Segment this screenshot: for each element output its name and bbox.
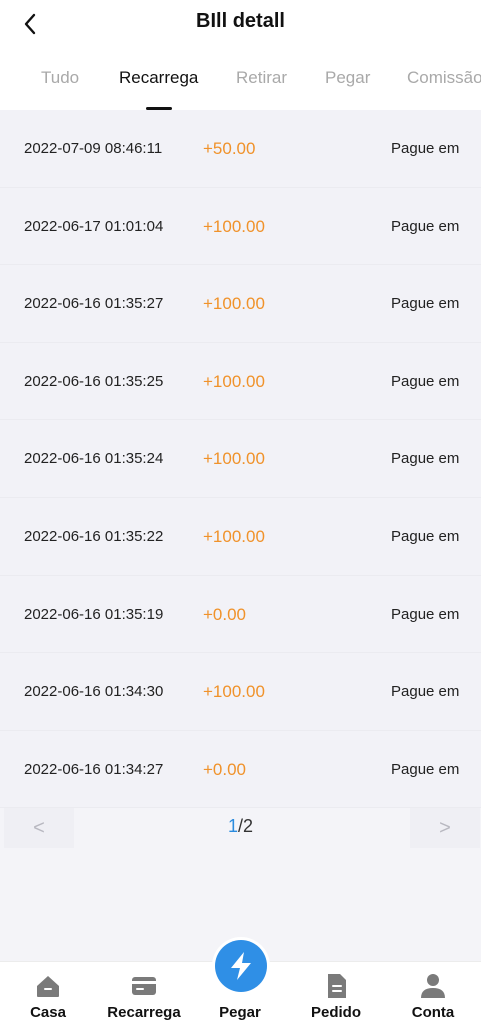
list-item[interactable]: 2022-06-16 01:35:24 +100.00 Pague em [0, 420, 481, 498]
tab-pegar[interactable]: Pegar [325, 68, 370, 88]
record-status: Pague em [391, 217, 460, 235]
list-item[interactable]: 2022-06-17 01:01:04 +100.00 Pague em [0, 187, 481, 266]
tabbar-item-pedido[interactable]: Pedido [288, 962, 384, 1024]
record-date: 2022-06-16 01:34:30 [24, 683, 164, 701]
list-item[interactable]: 2022-06-16 01:34:30 +100.00 Pague em [0, 653, 481, 731]
tabbar-item-conta[interactable]: Conta [385, 962, 481, 1024]
record-amount: +100.00 [203, 371, 265, 391]
record-status: Pague em [391, 372, 460, 390]
total-pages: /2 [238, 816, 254, 836]
record-amount: +100.00 [203, 294, 265, 314]
record-date: 2022-06-17 01:01:04 [24, 217, 164, 235]
tabbar-label: Casa [30, 1004, 66, 1021]
card-icon [130, 972, 158, 1000]
tab-retirar[interactable]: Retirar [236, 68, 287, 88]
current-page: 1 [227, 816, 238, 836]
record-date: 2022-06-16 01:35:22 [24, 527, 164, 545]
record-date: 2022-07-09 08:46:11 [24, 140, 163, 157]
record-status: Pague em [391, 527, 460, 545]
home-icon [34, 972, 62, 1000]
record-amount: +100.00 [203, 526, 265, 546]
list-item[interactable]: 2022-06-16 01:35:19 +0.00 Pague em [0, 575, 481, 654]
record-status: Pague em [391, 605, 460, 623]
tab-bar: Tudo Recarrega Retirar Pegar Comissão [0, 64, 481, 110]
record-status: Pague em [391, 450, 460, 468]
page-indicator: 1/2 [0, 816, 481, 837]
tab-tudo[interactable]: Tudo [41, 68, 79, 88]
list-item[interactable]: 2022-07-09 08:46:11 +50.00 Pague em [0, 110, 481, 188]
record-list: 2022-07-09 08:46:11 +50.00 Pague em 2022… [0, 110, 481, 809]
record-status: Pague em [391, 140, 460, 157]
tabbar-item-casa[interactable]: Casa [0, 962, 96, 1024]
record-amount: +0.00 [203, 759, 247, 779]
record-amount: +100.00 [203, 216, 265, 236]
record-amount: +100.00 [203, 449, 265, 469]
tabbar-label: Pedido [310, 1004, 361, 1021]
record-date: 2022-06-16 01:35:27 [24, 295, 164, 313]
tab-comissao[interactable]: Comissão [407, 68, 481, 88]
tabbar-label: Pegar [219, 1004, 261, 1021]
user-icon [419, 972, 447, 1000]
record-date: 2022-06-16 01:35:19 [24, 605, 164, 623]
pagination: < 1/2 > [0, 808, 481, 848]
lightning-icon [215, 940, 267, 992]
record-amount: +0.00 [203, 604, 247, 624]
tab-recarrega[interactable]: Recarrega [119, 68, 198, 88]
record-status: Pague em [391, 683, 460, 701]
list-item[interactable]: 2022-06-16 01:35:27 +100.00 Pague em [0, 265, 481, 343]
list-item[interactable]: 2022-06-16 01:34:27 +0.00 Pague em [0, 730, 481, 809]
next-page-button[interactable]: > [410, 808, 480, 848]
tabbar-label: Recarrega [107, 1004, 181, 1021]
pegar-center-button[interactable] [212, 937, 270, 995]
record-amount: +50.00 [203, 139, 256, 158]
header-bar: BIll detall Tudo Recarrega Retirar Pegar… [0, 0, 481, 110]
page-title: BIll detall [196, 10, 285, 32]
document-icon [322, 972, 350, 1000]
list-item[interactable]: 2022-06-16 01:35:25 +100.00 Pague em [0, 342, 481, 421]
record-date: 2022-06-16 01:35:25 [24, 372, 164, 390]
record-status: Pague em [391, 760, 460, 778]
record-amount: +100.00 [203, 682, 265, 702]
record-date: 2022-06-16 01:34:27 [24, 760, 164, 778]
record-status: Pague em [391, 295, 460, 313]
list-item[interactable]: 2022-06-16 01:35:22 +100.00 Pague em [0, 497, 481, 576]
tabbar-label: Conta [411, 1004, 455, 1021]
record-date: 2022-06-16 01:35:24 [24, 450, 164, 468]
tabbar-item-recarrega[interactable]: Recarrega [96, 962, 192, 1024]
